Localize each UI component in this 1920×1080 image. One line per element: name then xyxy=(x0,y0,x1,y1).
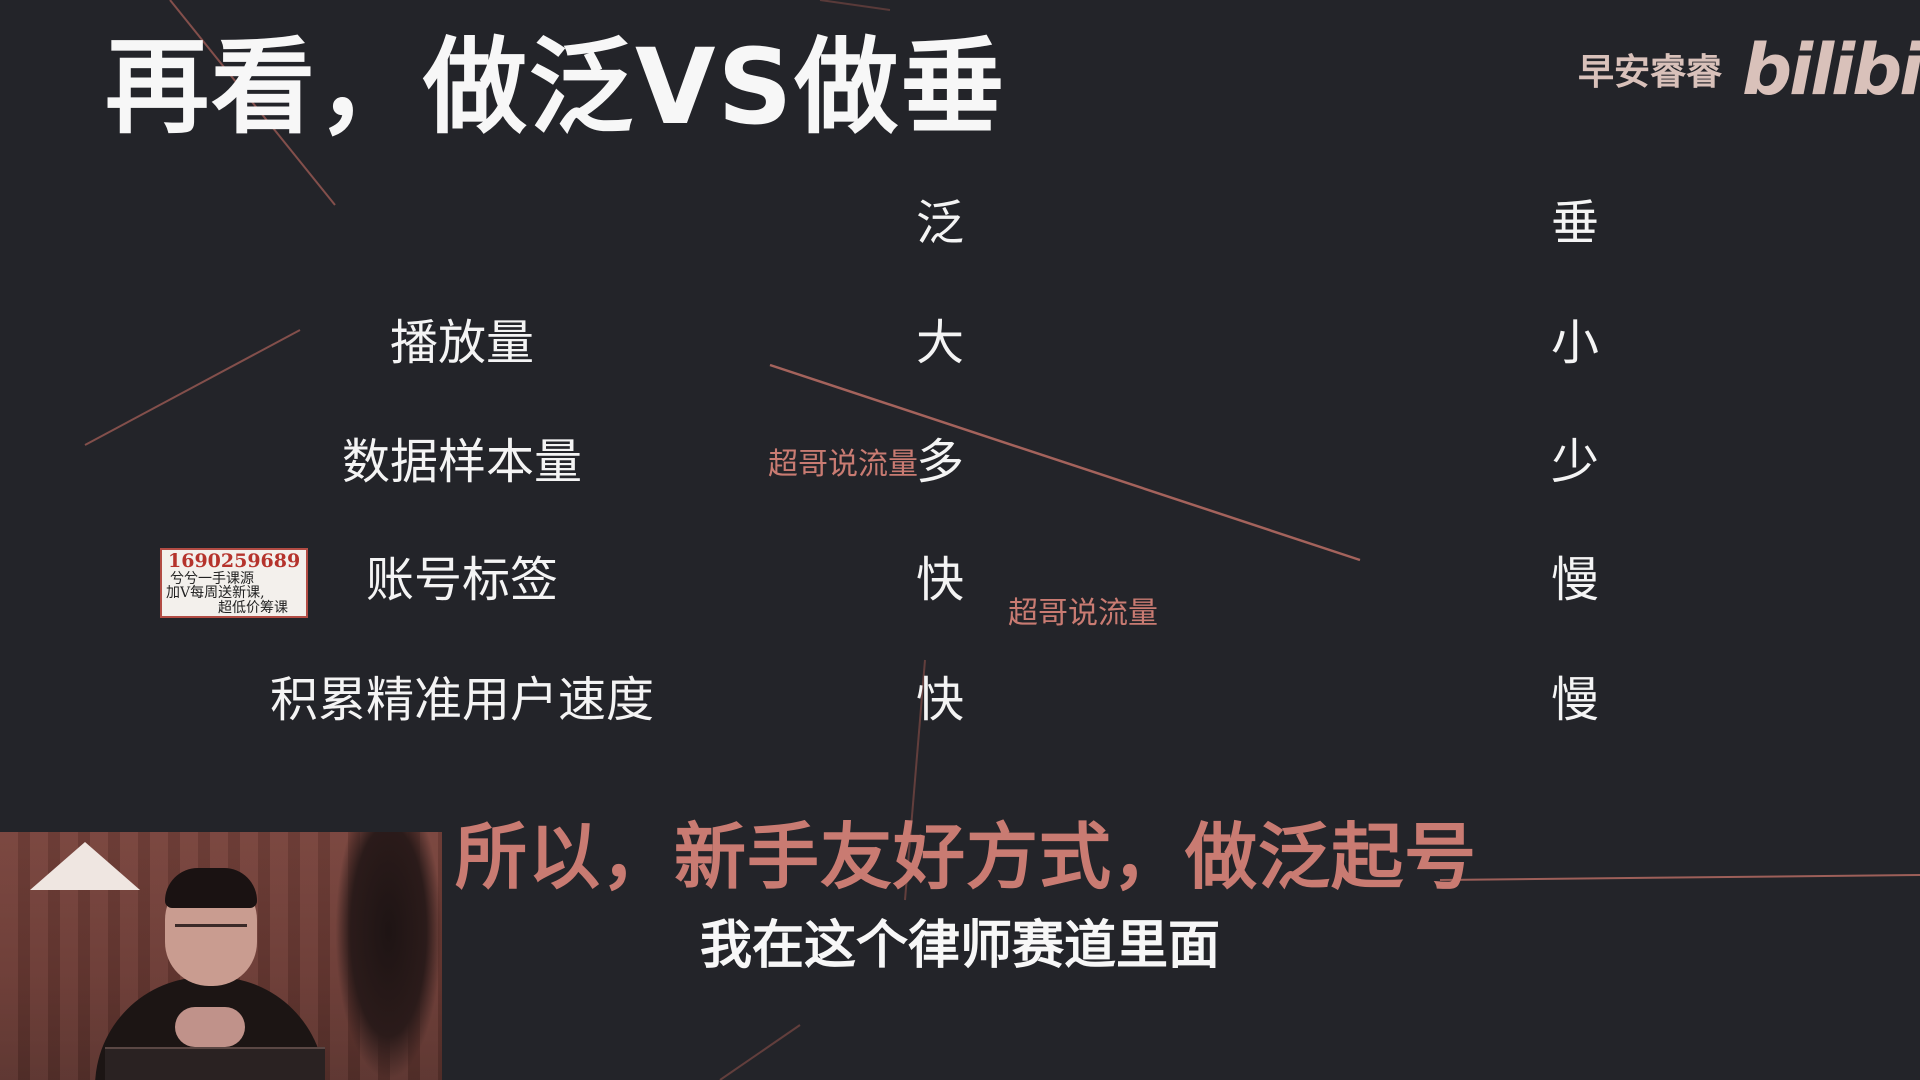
brand-name: 早安睿睿 xyxy=(1578,52,1723,93)
watermark-text: 超哥说流量 xyxy=(1008,596,1158,631)
row-label-sample-size: 数据样本量 xyxy=(341,434,582,490)
column-header-broad: 泛 xyxy=(915,195,964,251)
row-label-plays: 播放量 xyxy=(389,315,534,371)
row-label-user-speed: 积累精准用户速度 xyxy=(269,672,654,728)
conclusion-text: 所以，新手友好方式，做泛起号 xyxy=(455,815,1478,899)
watermark-text: 超哥说流量 xyxy=(768,447,918,482)
stamp-line: 加V每周送新课, xyxy=(166,585,265,601)
slide-title: 再看，做泛VS做垂 xyxy=(105,26,1007,148)
presenter-hand xyxy=(175,1007,245,1047)
promo-stamp: 1690259689 兮兮一手课源 加V每周送新课, 超低价筹课 xyxy=(160,548,308,618)
column-header-vertical: 垂 xyxy=(1550,195,1599,251)
stamp-number: 1690259689 xyxy=(168,550,301,572)
cell-speed-broad: 快 xyxy=(915,672,964,728)
cell-tag-broad: 快 xyxy=(915,552,964,608)
video-subtitle: 我在这个律师赛道里面 xyxy=(699,916,1220,976)
presenter-hair xyxy=(165,868,257,908)
laptop xyxy=(105,1047,325,1080)
stamp-line: 超低价筹课 xyxy=(218,600,288,616)
slide: 再看，做泛VS做垂 早安睿睿 bilibili 泛 垂 播放量 大 小 数据样本… xyxy=(0,0,1920,1080)
cell-plays-vertical: 小 xyxy=(1550,315,1599,371)
cell-tag-vertical: 慢 xyxy=(1550,552,1599,608)
bilibili-logo: bilibili xyxy=(1742,29,1920,111)
cell-plays-broad: 大 xyxy=(915,315,964,371)
lamp-shade xyxy=(30,842,140,890)
cell-speed-vertical: 慢 xyxy=(1550,672,1599,728)
cell-sample-vertical: 少 xyxy=(1550,434,1599,490)
